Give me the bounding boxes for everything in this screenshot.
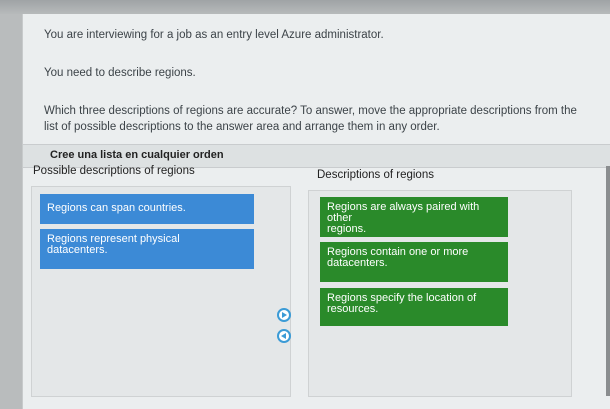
possible-item[interactable]: Regions represent physical datacenters.: [40, 229, 254, 269]
scrollbar[interactable]: [606, 166, 610, 396]
possible-item-text: Regions can span countries.: [47, 202, 186, 214]
answer-item[interactable]: Regions specify the location of resource…: [320, 288, 508, 326]
possible-descriptions-title: Possible descriptions of regions: [33, 165, 195, 177]
answer-area-title: Descriptions of regions: [317, 169, 434, 181]
top-shade: [0, 0, 610, 14]
answer-item-text-line-2: resources.: [327, 303, 379, 315]
question-line-2: You need to describe regions.: [44, 67, 196, 79]
answer-item[interactable]: Regions contain one or more datacenters.: [320, 242, 508, 282]
possible-item[interactable]: Regions can span countries.: [40, 194, 254, 224]
answer-item-text-line-2: regions.: [327, 223, 367, 235]
arrow-left-circle-icon[interactable]: [277, 329, 291, 343]
answer-item-text-line-2: datacenters.: [327, 257, 388, 269]
answer-item[interactable]: Regions are always paired with other reg…: [320, 197, 508, 237]
arrow-right-circle-icon[interactable]: [277, 308, 291, 322]
answer-item-text-line-1: Regions are always paired with other: [327, 201, 480, 224]
possible-item-text-line-2: datacenters.: [47, 244, 108, 256]
instruction-text: Cree una lista en cualquier orden: [50, 149, 224, 161]
question-line-4: list of possible descriptions to the ans…: [44, 121, 440, 133]
question-line-1: You are interviewing for a job as an ent…: [44, 29, 384, 41]
question-line-3: Which three descriptions of regions are …: [44, 105, 577, 117]
